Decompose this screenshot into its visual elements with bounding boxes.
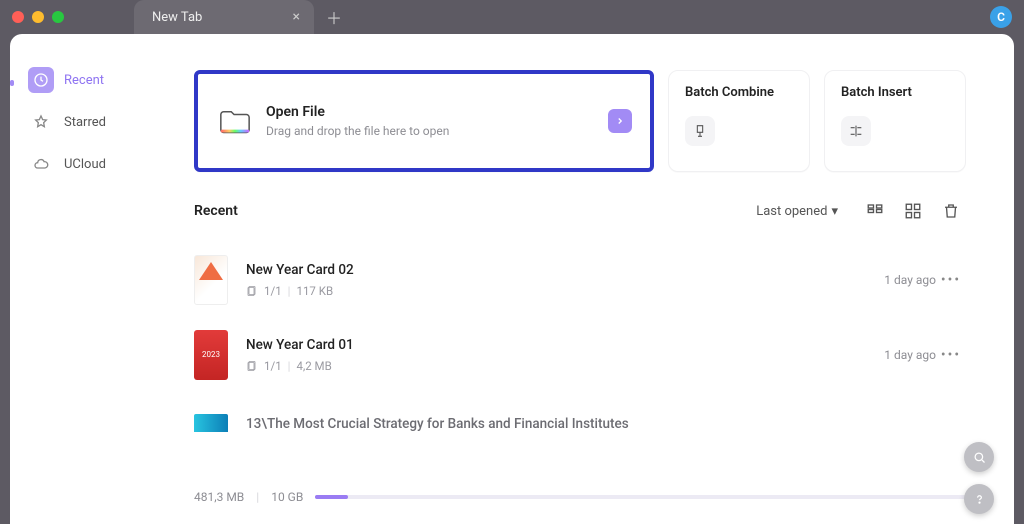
file-row[interactable]: 13\The Most Crucial Strategy for Banks a…: [194, 392, 966, 432]
avatar[interactable]: C: [990, 6, 1012, 28]
view-list-icon[interactable]: [866, 202, 884, 220]
batch-insert-label: Batch Insert: [841, 85, 949, 100]
sidebar-item-label: Starred: [64, 115, 106, 130]
list-heading: Recent: [194, 203, 238, 219]
open-file-go-button[interactable]: [608, 109, 632, 133]
file-date: 1 day ago: [846, 348, 936, 362]
open-file-title: Open File: [266, 104, 608, 120]
file-name: New Year Card 02: [246, 262, 846, 278]
batch-combine-icon: [685, 116, 715, 146]
file-name: New Year Card 01: [246, 337, 846, 353]
file-name: 13\The Most Crucial Strategy for Banks a…: [246, 416, 966, 432]
cloud-icon: [28, 151, 54, 177]
file-thumbnail: [194, 255, 228, 305]
sort-dropdown[interactable]: Last opened ▾: [756, 204, 838, 219]
file-thumbnail: [194, 414, 228, 432]
sidebar-item-starred[interactable]: Starred: [20, 104, 128, 140]
file-more-button[interactable]: •••: [936, 272, 966, 288]
star-icon: [28, 109, 54, 135]
browser-tab[interactable]: New Tab ×: [134, 0, 314, 34]
window-minimize-icon[interactable]: [32, 11, 44, 23]
search-fab[interactable]: [964, 442, 994, 472]
batch-insert-card[interactable]: Batch Insert: [824, 70, 966, 172]
sidebar-item-ucloud[interactable]: UCloud: [20, 146, 128, 182]
storage-total: 10 GB: [271, 490, 303, 504]
batch-combine-label: Batch Combine: [685, 85, 793, 100]
storage-progress-fill: [315, 495, 348, 499]
open-file-subtitle: Drag and drop the file here to open: [266, 124, 608, 138]
new-tab-button[interactable]: ＋: [326, 5, 342, 29]
tab-close-icon[interactable]: ×: [293, 9, 300, 25]
storage-bar: 481,3 MB | 10 GB: [194, 490, 966, 504]
delete-icon[interactable]: [942, 202, 960, 220]
file-date: 1 day ago: [846, 273, 936, 287]
batch-insert-icon: [841, 116, 871, 146]
clock-icon: [28, 67, 54, 93]
chevron-down-icon: ▾: [831, 204, 838, 219]
storage-progress: [315, 495, 966, 499]
folder-icon: [218, 107, 252, 135]
sort-label: Last opened: [756, 204, 827, 219]
batch-combine-card[interactable]: Batch Combine: [668, 70, 810, 172]
file-meta: 1/1 | 117 KB: [246, 284, 846, 298]
window-close-icon[interactable]: [12, 11, 24, 23]
view-grid-icon[interactable]: [904, 202, 922, 220]
file-more-button[interactable]: •••: [936, 347, 966, 363]
sidebar-active-indicator: [10, 80, 14, 86]
storage-used: 481,3 MB: [194, 490, 244, 504]
window-zoom-icon[interactable]: [52, 11, 64, 23]
sidebar-item-label: Recent: [64, 73, 104, 88]
file-meta: 1/1 | 4,2 MB: [246, 359, 846, 373]
tab-title: New Tab: [152, 10, 202, 25]
sidebar-item-label: UCloud: [64, 157, 106, 172]
file-row[interactable]: New Year Card 02 1/1 | 117 KB 1 day ago …: [194, 242, 966, 317]
help-fab[interactable]: [964, 484, 994, 514]
file-row[interactable]: 2023 New Year Card 01 1/1 | 4,2 MB 1 day…: [194, 317, 966, 392]
sidebar-item-recent[interactable]: Recent: [20, 62, 128, 98]
file-thumbnail: 2023: [194, 330, 228, 380]
open-file-dropzone[interactable]: Open File Drag and drop the file here to…: [194, 70, 654, 172]
